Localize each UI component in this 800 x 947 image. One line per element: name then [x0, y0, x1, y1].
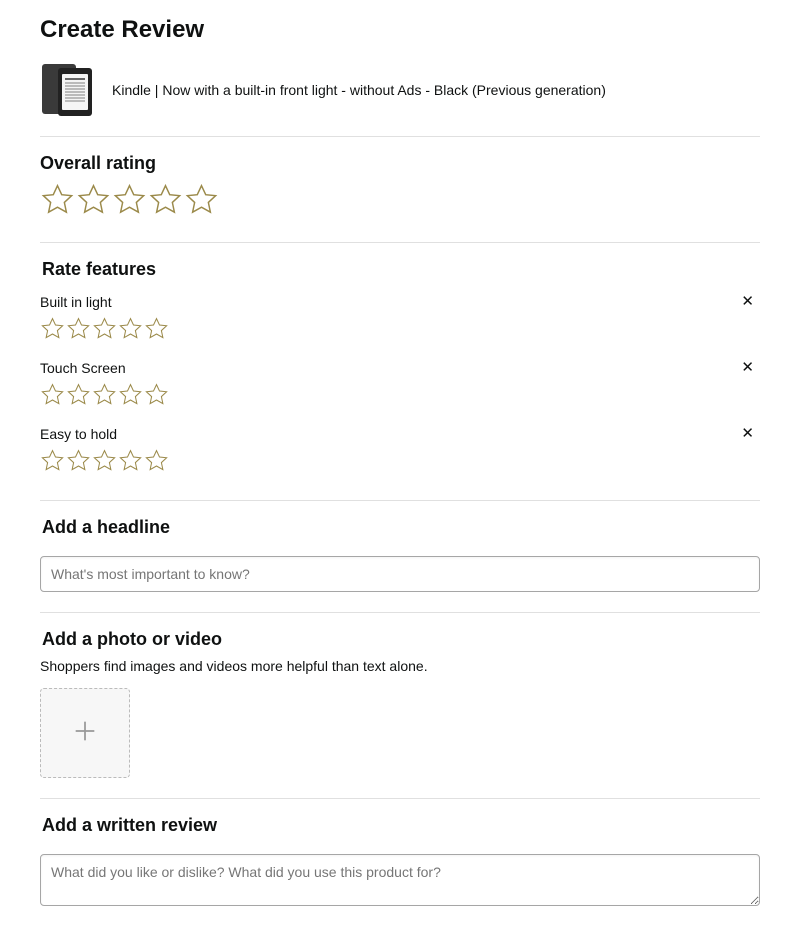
page-title: Create Review — [40, 16, 760, 44]
star-icon[interactable] — [76, 182, 111, 222]
star-icon[interactable] — [184, 182, 219, 222]
star-icon[interactable] — [40, 182, 75, 222]
star-icon[interactable] — [66, 448, 91, 478]
star-icon[interactable] — [148, 182, 183, 222]
headline-label: Add a headline — [40, 517, 760, 538]
star-icon[interactable] — [144, 316, 169, 346]
star-icon[interactable] — [92, 382, 117, 412]
media-label: Add a photo or video — [40, 629, 760, 650]
star-icon[interactable] — [118, 316, 143, 346]
star-icon[interactable] — [92, 448, 117, 478]
upload-media-button[interactable] — [40, 688, 130, 778]
rate-features-label: Rate features — [40, 259, 760, 280]
feature-rating-stars[interactable] — [40, 448, 760, 478]
star-icon[interactable] — [40, 316, 65, 346]
headline-input[interactable] — [40, 556, 760, 592]
media-helper-text: Shoppers find images and videos more hel… — [40, 658, 760, 674]
overall-rating-label: Overall rating — [40, 153, 760, 174]
close-icon[interactable]: ✕ — [741, 360, 754, 375]
star-icon[interactable] — [118, 382, 143, 412]
star-icon[interactable] — [118, 448, 143, 478]
star-icon[interactable] — [66, 316, 91, 346]
feature-rating-stars[interactable] — [40, 382, 760, 412]
product-row: Kindle | Now with a built-in front light… — [40, 62, 760, 136]
star-icon[interactable] — [40, 448, 65, 478]
feature-row: Touch Screen ✕ — [40, 360, 760, 412]
star-icon[interactable] — [40, 382, 65, 412]
feature-label: Easy to hold — [40, 426, 760, 442]
overall-rating-section: Overall rating — [40, 137, 760, 242]
written-review-textarea[interactable] — [40, 854, 760, 906]
headline-section: Add a headline — [40, 501, 760, 612]
written-review-section: Add a written review — [40, 799, 760, 911]
product-name: Kindle | Now with a built-in front light… — [112, 82, 606, 98]
feature-label: Touch Screen — [40, 360, 760, 376]
close-icon[interactable]: ✕ — [741, 294, 754, 309]
star-icon[interactable] — [144, 448, 169, 478]
media-section: Add a photo or video Shoppers find image… — [40, 613, 760, 798]
star-icon[interactable] — [92, 316, 117, 346]
overall-rating-stars[interactable] — [40, 182, 760, 222]
star-icon[interactable] — [112, 182, 147, 222]
plus-icon — [71, 717, 99, 750]
star-icon[interactable] — [144, 382, 169, 412]
rate-features-section: Rate features Built in light ✕ Touch Scr… — [40, 243, 760, 500]
feature-label: Built in light — [40, 294, 760, 310]
written-review-label: Add a written review — [40, 815, 760, 836]
star-icon[interactable] — [66, 382, 91, 412]
feature-row: Easy to hold ✕ — [40, 426, 760, 478]
feature-row: Built in light ✕ — [40, 294, 760, 346]
product-image — [40, 62, 96, 118]
feature-rating-stars[interactable] — [40, 316, 760, 346]
close-icon[interactable]: ✕ — [741, 426, 754, 441]
